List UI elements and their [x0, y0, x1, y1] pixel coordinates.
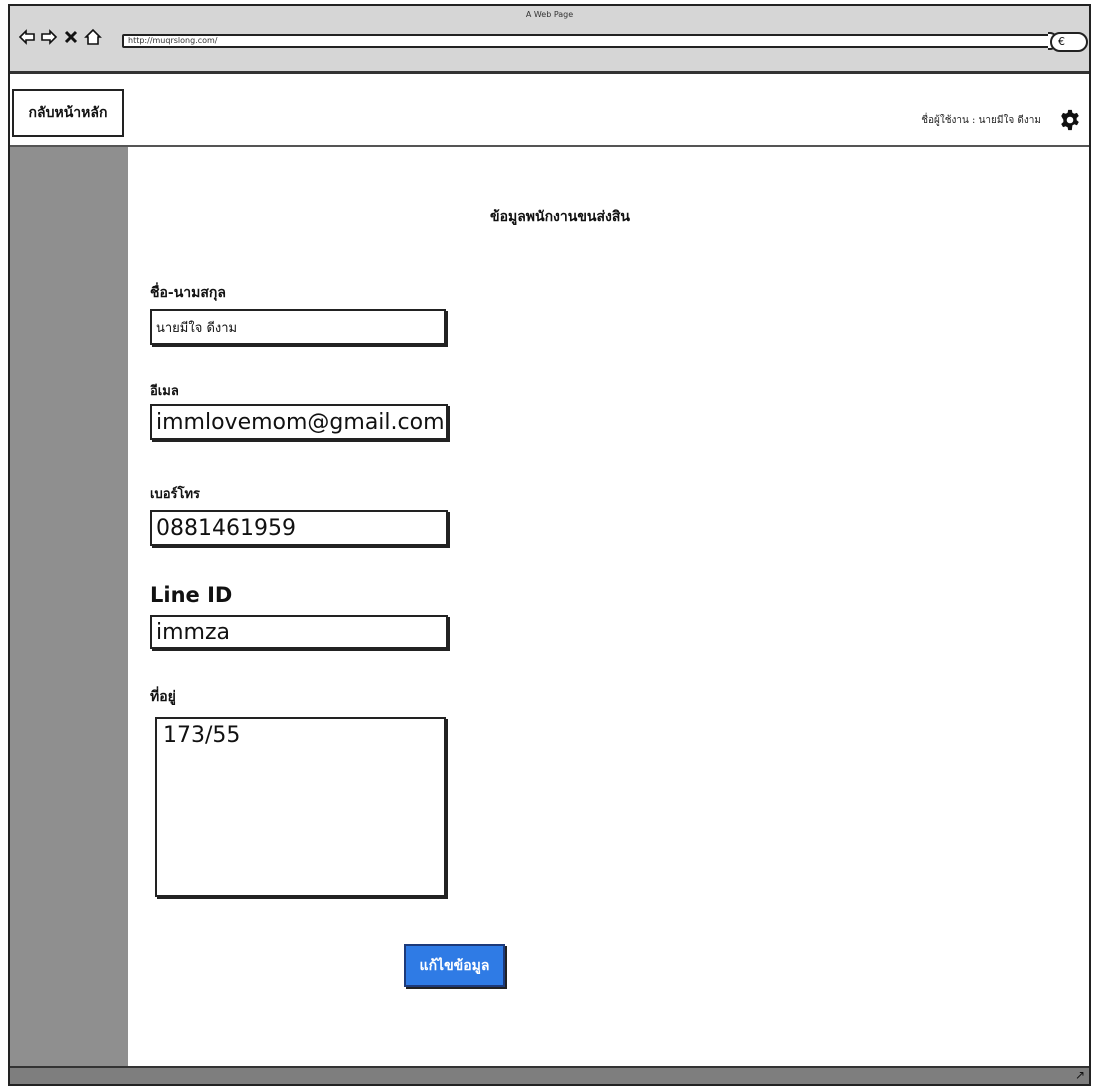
resize-handle-icon[interactable]: ↗ — [1075, 1068, 1085, 1082]
status-bar: ↗ — [10, 1066, 1089, 1084]
forward-icon[interactable] — [40, 28, 58, 46]
app-header: กลับหน้าหลัก ชื่อผู้ใช้งาน : นายมีใจ ดีง… — [10, 77, 1089, 147]
gear-icon[interactable] — [1059, 109, 1081, 131]
line-id-label: Line ID — [150, 583, 233, 607]
address-textarea[interactable]: 173/55 — [155, 717, 446, 897]
name-field[interactable]: นายมีใจ ดีงาม — [150, 309, 446, 345]
user-name-label: ชื่อผู้ใช้งาน : นายมีใจ ดีงาม — [921, 115, 1041, 126]
url-bar[interactable]: http://muqrslong.com/ — [122, 34, 1052, 48]
page-title: ข้อมูลพนักงานขนส่งสิน — [490, 209, 630, 225]
name-label: ชื่อ-นามสกุล — [150, 285, 226, 301]
back-icon[interactable] — [18, 28, 36, 46]
edit-info-button[interactable]: แก้ไขข้อมูล — [404, 944, 505, 987]
email-field[interactable]: immlovemom@gmail.com — [150, 404, 448, 440]
close-icon[interactable] — [62, 28, 80, 46]
phone-label: เบอร์โทร — [150, 487, 201, 502]
phone-field[interactable]: 0881461959 — [150, 510, 448, 546]
sidebar — [10, 147, 128, 1084]
home-icon[interactable] — [84, 28, 102, 46]
back-home-button[interactable]: กลับหน้าหลัก — [12, 89, 124, 137]
browser-window: A Web Page http://muqrslong.com/ € กลับห… — [8, 4, 1091, 1086]
email-label: อีเมล — [150, 384, 179, 399]
window-title: A Web Page — [525, 10, 574, 19]
address-label: ที่อยู่ — [150, 689, 176, 705]
browser-chrome: A Web Page http://muqrslong.com/ € — [10, 6, 1089, 74]
nav-buttons — [18, 28, 102, 46]
line-id-field[interactable]: immza — [150, 615, 448, 649]
search-icon[interactable]: € — [1050, 32, 1088, 52]
